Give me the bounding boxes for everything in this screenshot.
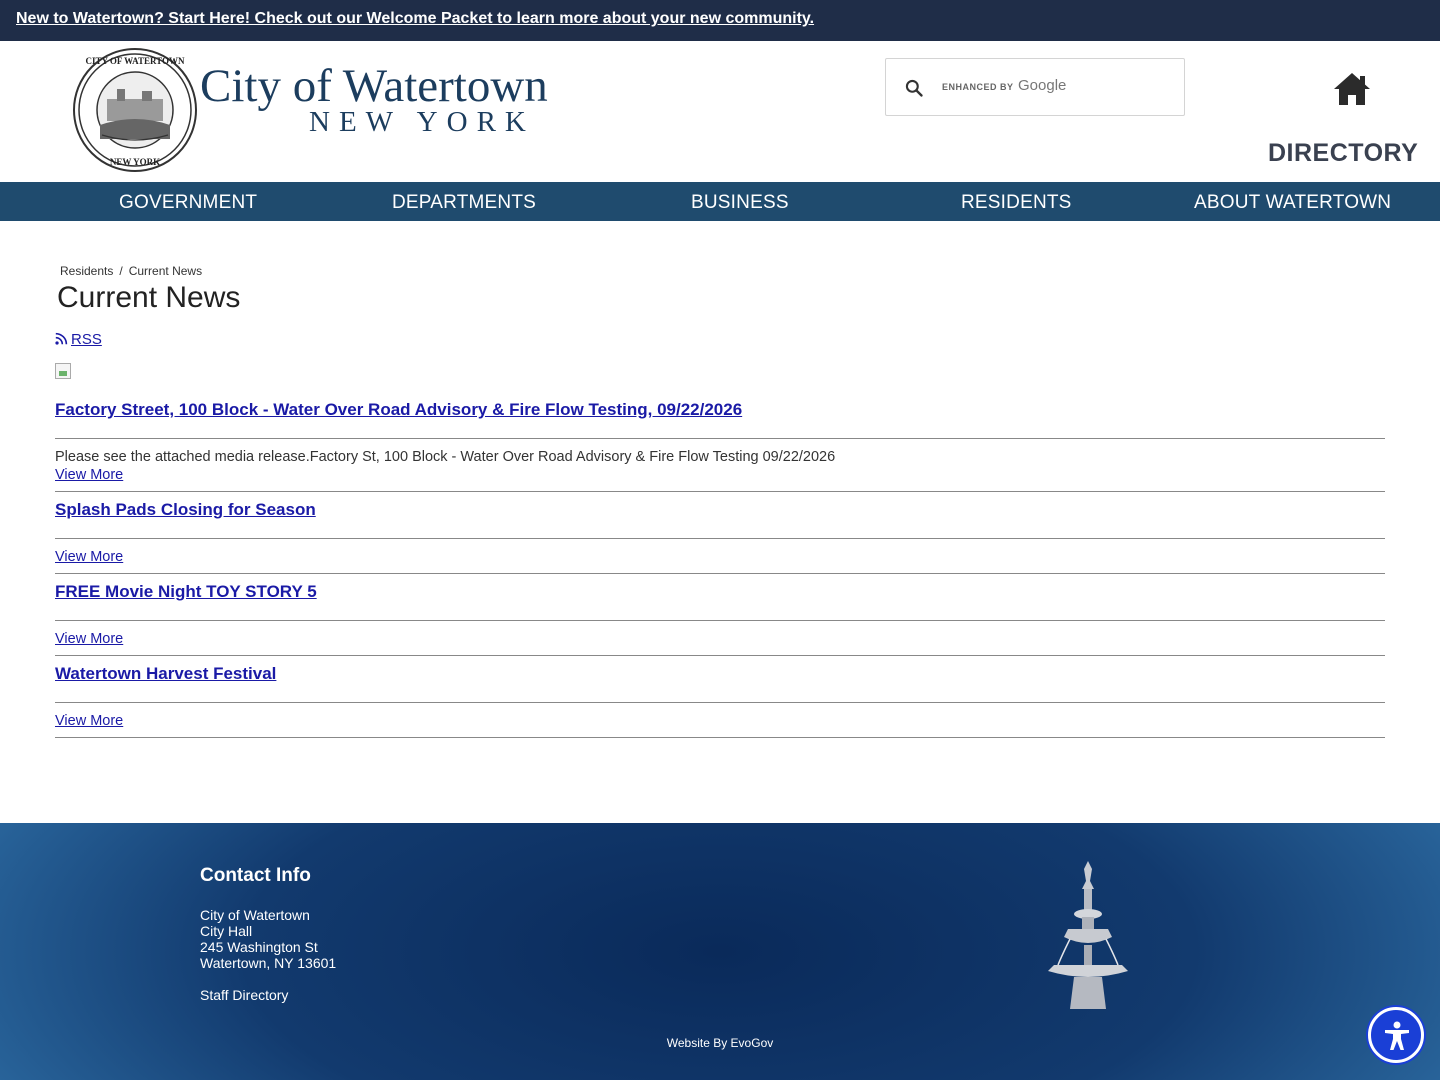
home-icon[interactable] [1332, 71, 1372, 107]
contact-info-heading: Contact Info [200, 865, 311, 886]
alert-bar: New to Watertown? Start Here! Check out … [0, 0, 1440, 41]
view-more-link[interactable]: View More [55, 631, 123, 647]
address-line: City of Watertown [200, 907, 310, 923]
breadcrumb-item-residents[interactable]: Residents [60, 264, 113, 278]
news-list: Factory Street, 100 Block - Water Over R… [55, 392, 1385, 738]
nav-item-residents[interactable]: RESIDENTS [961, 192, 1072, 214]
breadcrumb-separator: / [119, 264, 123, 278]
city-seal-icon[interactable]: CITY OF WATERTOWN NEW YORK [72, 47, 198, 173]
contact-address: City of Watertown City Hall 245 Washingt… [200, 907, 336, 971]
news-body: View More [55, 703, 1385, 737]
news-title-link[interactable]: Splash Pads Closing for Season [55, 492, 1385, 538]
news-item: Factory Street, 100 Block - Water Over R… [55, 392, 1385, 492]
news-title-link[interactable]: Factory Street, 100 Block - Water Over R… [55, 392, 1385, 438]
directory-link[interactable]: DIRECTORY [1268, 139, 1418, 168]
nav-item-government[interactable]: GOVERNMENT [119, 192, 257, 214]
broken-image-icon [55, 363, 71, 379]
address-line: 245 Washington St [200, 939, 318, 955]
address-line: City Hall [200, 923, 253, 939]
nav-item-about-watertown[interactable]: ABOUT WATERTOWN [1194, 192, 1391, 214]
main-nav: GOVERNMENT DEPARTMENTS BUSINESS RESIDENT… [0, 182, 1440, 221]
nav-item-departments[interactable]: DEPARTMENTS [392, 192, 536, 214]
svg-text:CITY OF WATERTOWN: CITY OF WATERTOWN [85, 56, 185, 66]
accessibility-button[interactable] [1368, 1007, 1424, 1063]
page-title: Current News [57, 281, 241, 314]
nav-item-business[interactable]: BUSINESS [691, 192, 789, 214]
fountain-icon [1048, 861, 1128, 1009]
news-title-link[interactable]: FREE Movie Night TOY STORY 5 [55, 574, 1385, 620]
view-more-link[interactable]: View More [55, 467, 123, 483]
view-more-link[interactable]: View More [55, 549, 123, 565]
news-item: FREE Movie Night TOY STORY 5 View More [55, 574, 1385, 656]
svg-text:NEW YORK: NEW YORK [110, 157, 160, 167]
address-line: Watertown, NY 13601 [200, 955, 337, 971]
website-credit[interactable]: Website By EvoGov [0, 1036, 1440, 1050]
site-header: CITY OF WATERTOWN NEW YORK City of Water… [0, 41, 1440, 182]
search-icon[interactable] [904, 78, 924, 98]
rss-icon [55, 332, 68, 345]
breadcrumb-item-current-news: Current News [128, 264, 203, 278]
rss-label: RSS [71, 331, 102, 348]
accessibility-icon [1385, 1021, 1409, 1050]
news-body: View More [55, 539, 1385, 573]
logo-title[interactable]: City of Watertown [200, 63, 548, 110]
staff-directory-link[interactable]: Staff Directory [200, 987, 288, 1003]
google-label: Google [1018, 77, 1067, 94]
search-input[interactable] [1066, 71, 1176, 105]
enhanced-by-label: ENHANCED BY [942, 82, 1014, 92]
news-item: Watertown Harvest Festival View More [55, 656, 1385, 738]
news-title-link[interactable]: Watertown Harvest Festival [55, 656, 1385, 702]
view-more-link[interactable]: View More [55, 713, 123, 729]
logo-subtitle[interactable]: NEW YORK [309, 108, 535, 137]
news-summary: Please see the attached media release.Fa… [55, 449, 836, 465]
news-item: Splash Pads Closing for Season View More [55, 492, 1385, 574]
news-body: Please see the attached media release.Fa… [55, 439, 1385, 491]
news-body: View More [55, 621, 1385, 655]
rss-link[interactable]: RSS [55, 331, 102, 348]
welcome-packet-link[interactable]: New to Watertown? Start Here! Check out … [16, 10, 814, 28]
breadcrumb: Residents / Current News [60, 264, 202, 278]
google-search-box[interactable]: ENHANCED BY Google [885, 58, 1185, 116]
site-footer: Contact Info City of Watertown City Hall… [0, 823, 1440, 1080]
